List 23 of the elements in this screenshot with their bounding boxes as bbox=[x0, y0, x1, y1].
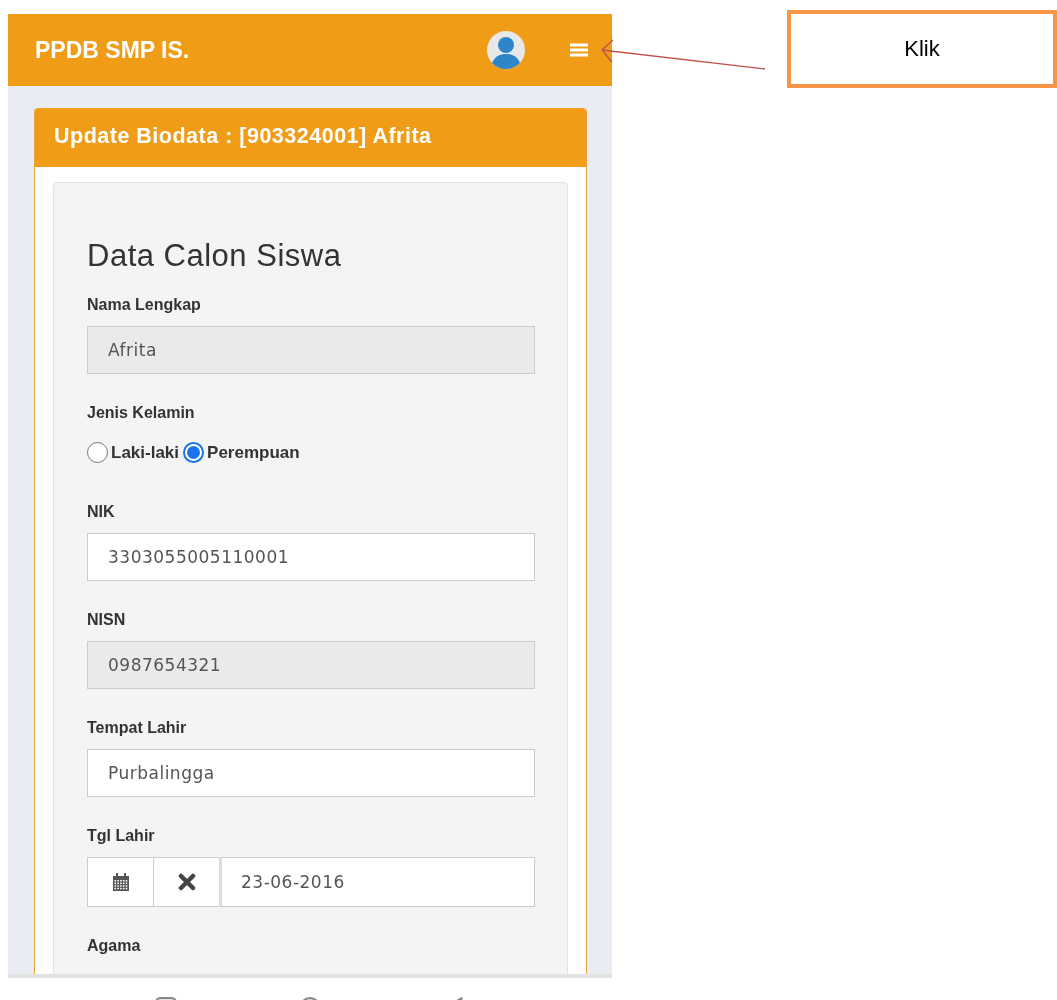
field-label: Tempat Lahir bbox=[87, 719, 188, 737]
radio-button[interactable] bbox=[183, 442, 205, 463]
clear-button[interactable] bbox=[153, 857, 219, 907]
field-label: Nama Lengkap bbox=[87, 296, 202, 314]
close-icon bbox=[177, 873, 196, 891]
calendar-button[interactable] bbox=[87, 857, 153, 907]
calendar-icon bbox=[110, 872, 131, 892]
field-label: Tgl Lahir bbox=[87, 827, 156, 845]
text-field[interactable]: 3303055005110001 bbox=[87, 533, 535, 581]
card-header: Update Biodata : [903324001] Afrita bbox=[35, 108, 586, 167]
field-label: Agama bbox=[87, 937, 142, 955]
section-title: Data Calon Siswa bbox=[87, 238, 343, 274]
radio-option[interactable]: Perempuan bbox=[183, 442, 300, 463]
field-label: NIK bbox=[87, 503, 116, 521]
field-label: NISN bbox=[87, 611, 127, 629]
app-title: PPDB SMP IS. bbox=[35, 36, 191, 64]
field-label: Jenis Kelamin bbox=[87, 404, 196, 422]
text-field[interactable]: Purbalingga bbox=[87, 749, 535, 797]
radio-option[interactable]: Laki-laki bbox=[87, 442, 180, 463]
user-avatar-icon[interactable] bbox=[484, 30, 528, 70]
callout-box: Klik bbox=[787, 10, 1057, 88]
date-field[interactable]: 23-06-2016 bbox=[219, 857, 535, 907]
radio-button[interactable] bbox=[87, 442, 108, 463]
